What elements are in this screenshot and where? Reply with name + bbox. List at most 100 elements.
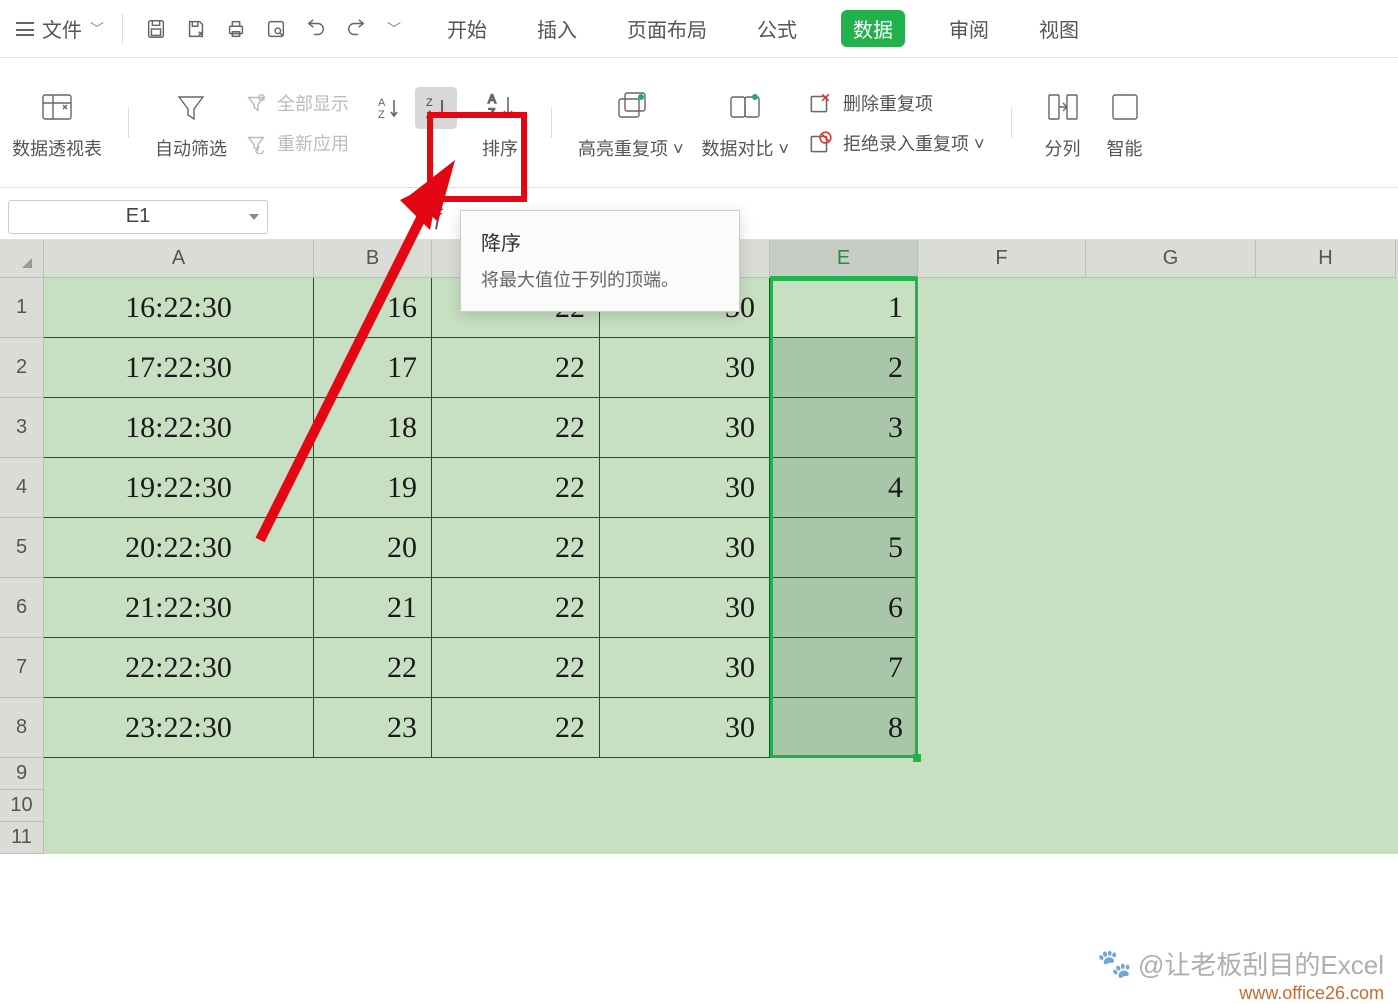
cell[interactable] (1086, 338, 1256, 398)
row-header[interactable]: 9 (0, 758, 44, 790)
cell[interactable]: 17 (314, 338, 432, 398)
cell[interactable] (918, 338, 1086, 398)
cell[interactable] (432, 758, 600, 790)
file-menu[interactable]: 文件 ﹀ (16, 14, 104, 43)
cell[interactable]: 20 (314, 518, 432, 578)
cell[interactable]: 6 (770, 578, 918, 638)
cell[interactable]: 18 (314, 398, 432, 458)
row-header[interactable]: 8 (0, 698, 44, 758)
chevron-down-icon[interactable]: ﹀ (387, 19, 401, 39)
print-icon[interactable] (221, 14, 251, 44)
cell[interactable] (314, 790, 432, 822)
cell[interactable]: 23:22:30 (44, 698, 314, 758)
cell[interactable]: 21 (314, 578, 432, 638)
cell[interactable] (770, 758, 918, 790)
cell[interactable] (44, 758, 314, 790)
cell[interactable] (1256, 790, 1396, 822)
row-header[interactable]: 10 (0, 790, 44, 822)
cell[interactable] (44, 822, 314, 854)
cell[interactable]: 30 (600, 518, 770, 578)
cell[interactable] (1086, 578, 1256, 638)
highlight-dup-button[interactable]: 高亮重复项 ˅ (578, 85, 684, 161)
cell[interactable] (1256, 822, 1396, 854)
cell[interactable] (1086, 758, 1256, 790)
cell[interactable] (918, 578, 1086, 638)
cell[interactable] (1256, 578, 1396, 638)
row-header[interactable]: 3 (0, 398, 44, 458)
save-icon[interactable] (141, 14, 171, 44)
col-header-G[interactable]: G (1086, 240, 1256, 278)
cell[interactable]: 22 (432, 578, 600, 638)
cell[interactable]: 4 (770, 458, 918, 518)
redo-icon[interactable] (341, 14, 371, 44)
row-header[interactable]: 6 (0, 578, 44, 638)
cell[interactable] (1256, 278, 1396, 338)
print-preview-icon[interactable] (261, 14, 291, 44)
cell[interactable]: 17:22:30 (44, 338, 314, 398)
cell[interactable] (314, 822, 432, 854)
cell[interactable] (770, 822, 918, 854)
cell[interactable] (918, 638, 1086, 698)
reject-dup-button[interactable]: 拒绝录入重复项 ˅ (807, 130, 985, 156)
sort-asc-button[interactable]: AZ (367, 87, 409, 129)
cell[interactable] (1256, 398, 1396, 458)
cell[interactable]: 30 (600, 698, 770, 758)
cell[interactable]: 23 (314, 698, 432, 758)
row-header[interactable]: 1 (0, 278, 44, 338)
cell[interactable] (432, 790, 600, 822)
cell[interactable]: 30 (600, 398, 770, 458)
cell[interactable] (1086, 698, 1256, 758)
cell[interactable] (1086, 518, 1256, 578)
cell[interactable] (918, 278, 1086, 338)
cell[interactable] (600, 822, 770, 854)
cell[interactable]: 22 (432, 638, 600, 698)
cell[interactable]: 3 (770, 398, 918, 458)
autofilter-button[interactable]: 自动筛选 (155, 85, 227, 161)
save-as-icon[interactable] (181, 14, 211, 44)
select-all-corner[interactable] (0, 240, 44, 278)
tab-review[interactable]: 审阅 (943, 10, 995, 47)
show-all-button[interactable]: 全部显示 (245, 90, 349, 116)
cell[interactable] (1086, 278, 1256, 338)
cell[interactable]: 19:22:30 (44, 458, 314, 518)
cell[interactable] (918, 822, 1086, 854)
smart-button[interactable]: 智能 (1100, 85, 1150, 161)
col-header-B[interactable]: B (314, 240, 432, 278)
remove-dup-button[interactable]: 删除重复项 (807, 90, 985, 116)
tab-view[interactable]: 视图 (1033, 10, 1085, 47)
cell[interactable] (918, 698, 1086, 758)
tab-home[interactable]: 开始 (441, 10, 493, 47)
cell[interactable]: 20:22:30 (44, 518, 314, 578)
cell[interactable] (1256, 758, 1396, 790)
cell[interactable]: 18:22:30 (44, 398, 314, 458)
cell[interactable]: 22 (432, 518, 600, 578)
cell[interactable] (1256, 518, 1396, 578)
cell[interactable] (918, 758, 1086, 790)
name-box[interactable]: E1 (8, 200, 268, 234)
cell[interactable]: 30 (600, 638, 770, 698)
cell[interactable]: 22 (432, 338, 600, 398)
cell[interactable] (1256, 458, 1396, 518)
text-to-columns-button[interactable]: 分列 (1038, 85, 1088, 161)
tab-formula[interactable]: 公式 (751, 10, 803, 47)
cell[interactable]: 21:22:30 (44, 578, 314, 638)
cell[interactable] (918, 790, 1086, 822)
cell[interactable]: 8 (770, 698, 918, 758)
cell[interactable]: 5 (770, 518, 918, 578)
row-header[interactable]: 7 (0, 638, 44, 698)
col-header-A[interactable]: A (44, 240, 314, 278)
reapply-button[interactable]: 重新应用 (245, 130, 349, 156)
row-header[interactable]: 4 (0, 458, 44, 518)
cell[interactable]: 16 (314, 278, 432, 338)
cell[interactable] (432, 822, 600, 854)
sort-desc-button[interactable]: ZA (415, 87, 457, 129)
data-compare-button[interactable]: 数据对比 ˅ (702, 85, 790, 161)
row-header[interactable]: 5 (0, 518, 44, 578)
tab-data[interactable]: 数据 (841, 10, 905, 47)
cell[interactable]: 22 (432, 458, 600, 518)
fill-handle[interactable] (913, 754, 921, 762)
row-header[interactable]: 11 (0, 822, 44, 854)
cell[interactable]: 30 (600, 338, 770, 398)
cell[interactable] (314, 758, 432, 790)
cell[interactable] (600, 758, 770, 790)
